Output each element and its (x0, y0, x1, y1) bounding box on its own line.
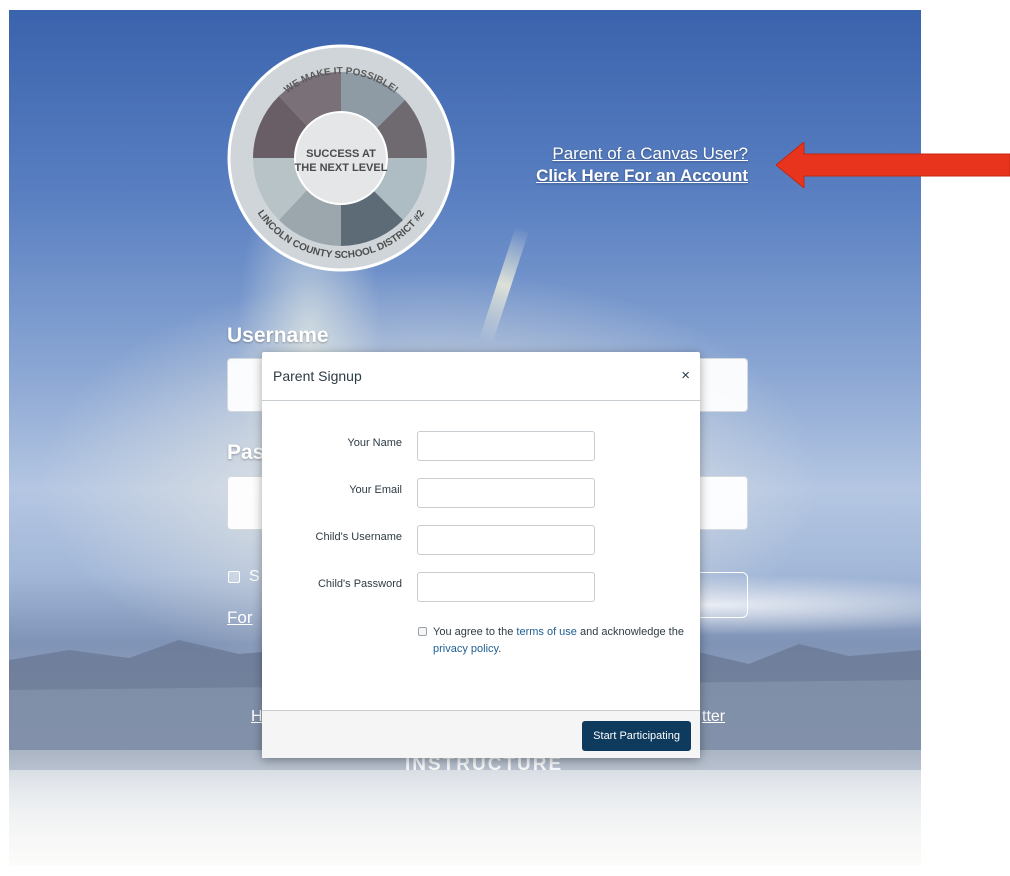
username-label: Username (227, 324, 329, 347)
your-name-label: Your Name (347, 437, 402, 449)
modal-footer: Start Participating (262, 710, 700, 758)
footer-help-link[interactable]: H (251, 708, 263, 726)
stay-signed-in-label: S (249, 568, 260, 585)
light-beam (478, 225, 530, 345)
stay-signed-in-checkbox[interactable] (228, 571, 240, 583)
child-password-input[interactable] (417, 572, 595, 602)
parent-question-link[interactable]: Parent of a Canvas User? (536, 143, 748, 165)
terms-checkbox[interactable] (418, 627, 427, 636)
child-username-label: Child's Username (315, 531, 402, 543)
footer-twitter-link[interactable]: tter (702, 708, 725, 726)
forgot-password-link[interactable]: For (227, 608, 253, 628)
logo-center-line2: THE NEXT LEVEL (295, 162, 388, 174)
close-icon[interactable]: × (681, 367, 690, 384)
terms-of-use-link[interactable]: terms of use (516, 626, 577, 638)
login-button[interactable] (700, 572, 748, 618)
parent-account-link[interactable]: Click Here For an Account (536, 165, 748, 187)
your-email-input[interactable] (417, 478, 595, 508)
agree-prefix: You agree to the (433, 626, 517, 638)
your-name-input[interactable] (417, 431, 595, 461)
password-label: Pas (227, 441, 265, 464)
terms-text: You agree to the terms of use and acknow… (433, 624, 694, 658)
parent-signup-link-block: Parent of a Canvas User? Click Here For … (536, 143, 748, 187)
child-password-label: Child's Password (317, 578, 402, 590)
red-arrow-annotation (776, 142, 1010, 188)
start-participating-button[interactable]: Start Participating (582, 721, 691, 751)
privacy-policy-link[interactable]: privacy policy (433, 643, 498, 655)
your-email-label: Your Email (349, 484, 402, 496)
agree-suffix: . (498, 643, 502, 655)
parent-signup-modal: Parent Signup × Your Name Your Email Chi… (262, 352, 700, 758)
modal-title: Parent Signup (273, 368, 362, 384)
child-username-input[interactable] (417, 525, 595, 555)
agree-middle: and acknowledge the (576, 626, 684, 638)
district-logo: SUCCESS AT THE NEXT LEVEL WE MAKE IT POS… (227, 44, 455, 272)
modal-header: Parent Signup × (262, 352, 700, 401)
logo-center-line1: SUCCESS AT (306, 148, 376, 160)
terms-agreement: You agree to the terms of use and acknow… (418, 624, 694, 658)
